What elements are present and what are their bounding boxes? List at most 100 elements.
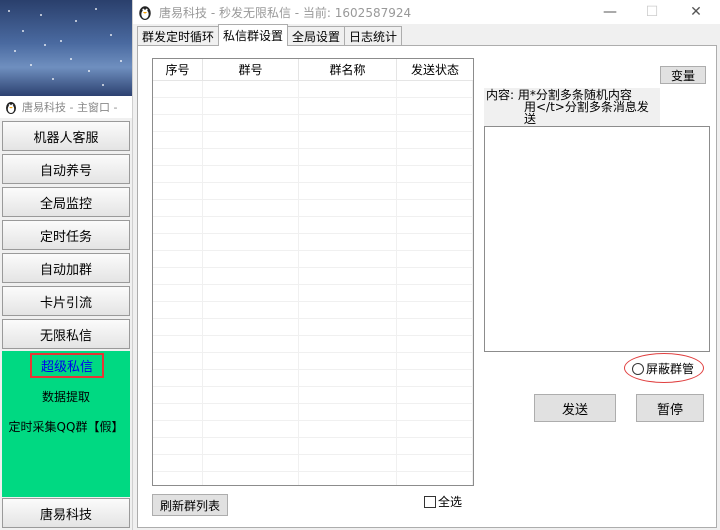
nav-auto-join-group-button[interactable]: 自动加群 <box>2 253 130 283</box>
table-cell <box>299 217 397 233</box>
col-send-status-header[interactable]: 发送状态 <box>397 59 473 80</box>
table-row <box>153 455 473 472</box>
nav-global-monitor-button[interactable]: 全局监控 <box>2 187 130 217</box>
table-cell <box>203 81 299 97</box>
table-cell <box>153 200 203 216</box>
variable-button[interactable]: 变量 <box>660 66 706 84</box>
table-cell <box>397 234 473 250</box>
brand-button[interactable]: 唐易科技 <box>2 498 130 528</box>
table-row <box>153 319 473 336</box>
tab-dm-group-settings[interactable]: 私信群设置 <box>218 24 289 46</box>
nav-super-dm-item[interactable]: 超级私信 <box>30 353 104 378</box>
table-cell <box>299 285 397 301</box>
star-dot <box>44 44 46 46</box>
tab-mass-send-loop[interactable]: 群发定时循环 <box>137 26 220 46</box>
table-cell <box>203 472 299 485</box>
table-row <box>153 353 473 370</box>
table-cell <box>203 200 299 216</box>
table-row <box>153 421 473 438</box>
table-cell <box>397 336 473 352</box>
table-cell <box>397 115 473 131</box>
brand-label: 唐易科技 <box>39 507 92 523</box>
penguin-icon <box>139 6 151 20</box>
table-cell <box>397 166 473 182</box>
table-cell <box>203 268 299 284</box>
col-group-id-header[interactable]: 群号 <box>203 59 299 80</box>
mask-admin-label: 屏蔽群管 <box>646 362 695 376</box>
nav-card-traffic-button[interactable]: 卡片引流 <box>2 286 130 316</box>
radio-circle[interactable] <box>632 362 644 375</box>
message-content-textarea[interactable] <box>484 126 710 352</box>
table-cell <box>203 438 299 454</box>
mask-admin-radio[interactable]: 屏蔽群管 <box>632 360 694 377</box>
table-cell <box>299 149 397 165</box>
nav-label: 定时任务 <box>39 229 92 245</box>
refresh-group-list-button[interactable]: 刷新群列表 <box>152 494 228 516</box>
table-row <box>153 81 473 98</box>
col-index-header[interactable]: 序号 <box>153 59 203 80</box>
tab-log-stats[interactable]: 日志统计 <box>344 26 403 46</box>
maximize-icon[interactable]: ☐ <box>637 2 667 22</box>
table-cell <box>299 98 397 114</box>
table-row <box>153 302 473 319</box>
table-cell <box>397 268 473 284</box>
table-row <box>153 336 473 353</box>
table-body <box>153 81 473 485</box>
group-list-table[interactable]: 序号 群号 群名称 发送状态 <box>152 58 474 486</box>
table-row <box>153 472 473 485</box>
table-cell <box>299 234 397 250</box>
table-cell <box>299 353 397 369</box>
nav-robot-service-button[interactable]: 机器人客服 <box>2 121 130 151</box>
table-row <box>153 404 473 421</box>
content-prefix: 内容: <box>486 88 515 102</box>
nav-scheduled-collect-item[interactable]: 定时采集QQ群【假】 <box>2 418 130 435</box>
table-row <box>153 285 473 302</box>
table-cell <box>299 438 397 454</box>
table-cell <box>203 251 299 267</box>
table-cell <box>203 166 299 182</box>
table-cell <box>203 370 299 386</box>
main-window-title-bar: 唐易科技 - 主窗口 - <box>0 96 132 118</box>
table-cell <box>203 421 299 437</box>
nav-unlimited-dm-button[interactable]: 无限私信 <box>2 319 130 349</box>
nav-scheduled-task-button[interactable]: 定时任务 <box>2 220 130 250</box>
table-cell <box>397 387 473 403</box>
table-row <box>153 251 473 268</box>
table-cell <box>397 183 473 199</box>
select-all-checkbox[interactable]: 全选 <box>424 493 462 510</box>
table-row <box>153 149 473 166</box>
table-cell <box>203 455 299 471</box>
minimize-icon[interactable]: — <box>595 2 625 22</box>
star-dot <box>8 10 10 12</box>
table-cell <box>153 421 203 437</box>
window-title: 唐易科技 - 秒发无限私信 - 当前: 1602587924 <box>159 5 412 20</box>
table-cell <box>203 115 299 131</box>
nav-data-extract-item[interactable]: 数据提取 <box>2 388 130 405</box>
tab-global-settings[interactable]: 全局设置 <box>287 26 346 46</box>
close-icon[interactable]: ✕ <box>681 2 711 22</box>
table-cell <box>203 98 299 114</box>
table-cell <box>397 285 473 301</box>
checkbox-box[interactable] <box>424 495 436 508</box>
pause-button[interactable]: 暂停 <box>636 394 704 422</box>
star-dot <box>95 8 97 10</box>
table-cell <box>203 285 299 301</box>
table-row <box>153 200 473 217</box>
table-row <box>153 183 473 200</box>
table-row <box>153 98 473 115</box>
star-dot <box>70 58 72 60</box>
col-group-name-header[interactable]: 群名称 <box>299 59 397 80</box>
send-button[interactable]: 发送 <box>534 394 616 422</box>
table-header: 序号 群号 群名称 发送状态 <box>153 59 473 81</box>
table-row <box>153 370 473 387</box>
nav-auto-nurture-button[interactable]: 自动养号 <box>2 154 130 184</box>
table-cell <box>153 183 203 199</box>
table-cell <box>299 302 397 318</box>
table-cell <box>299 319 397 335</box>
table-cell <box>153 234 203 250</box>
table-cell <box>203 183 299 199</box>
nav-label: 无限私信 <box>39 328 92 344</box>
table-cell <box>397 200 473 216</box>
main-window-sidebar: 唐易科技 - 主窗口 - 机器人客服 自动养号 全局监控 定时任务 自动加群 卡… <box>0 0 132 530</box>
table-cell <box>299 472 397 485</box>
